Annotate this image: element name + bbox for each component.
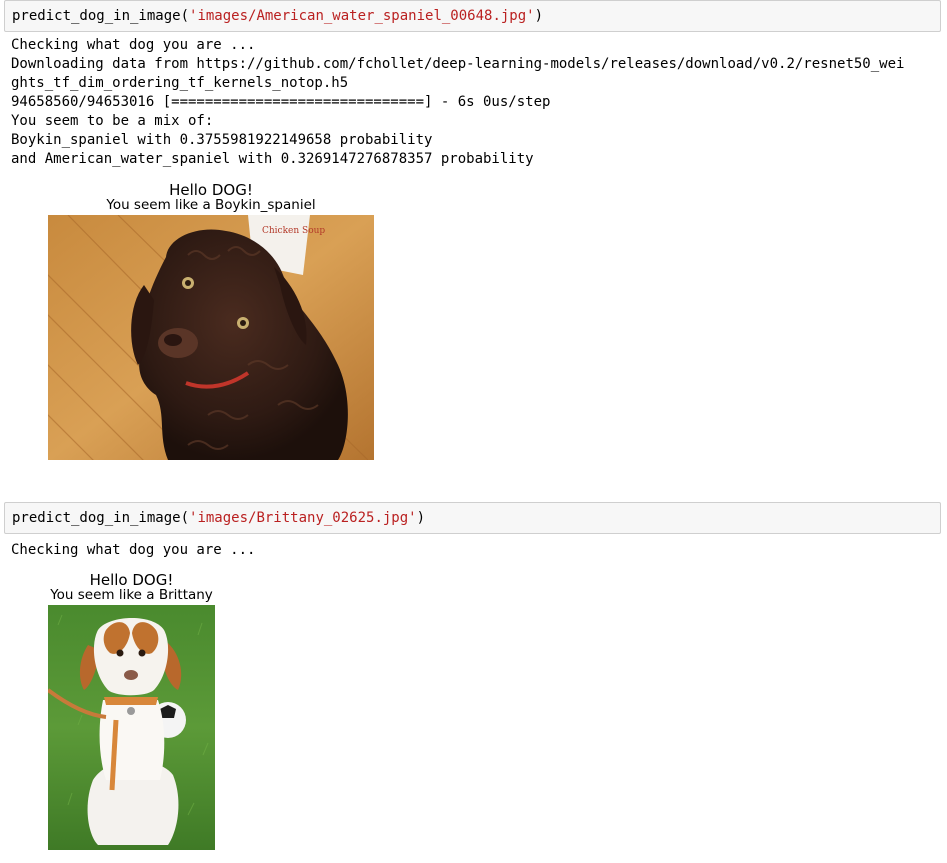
function-name: predict_dog_in_image — [12, 510, 181, 526]
string-argument: 'images/American_water_spaniel_00648.jpg… — [189, 8, 535, 24]
figure-2-dog-image — [48, 605, 215, 850]
figure-2-title-line1: Hello DOG! — [89, 571, 174, 589]
figure-1-dog-image: Chicken Soup — [48, 215, 374, 460]
svg-text:Chicken Soup: Chicken Soup — [262, 226, 325, 236]
function-name: predict_dog_in_image — [12, 8, 181, 24]
figure-2-title: Hello DOG! You seem like a Brittany — [48, 572, 215, 603]
figure-1-title-line1: Hello DOG! — [169, 181, 253, 199]
open-paren: ( — [180, 8, 190, 24]
code-cell-2-input[interactable]: predict_dog_in_image('images/Brittany_02… — [4, 502, 941, 534]
figure-1-title-line2: You seem like a Boykin_spaniel — [106, 197, 316, 213]
dog-photo-boykin: Chicken Soup — [48, 215, 374, 460]
close-paren: ) — [534, 8, 544, 24]
close-paren: ) — [416, 510, 426, 526]
dog-photo-brittany — [48, 605, 215, 850]
string-argument: 'images/Brittany_02625.jpg' — [189, 510, 417, 526]
code-cell-1-output: Checking what dog you are ... Downloadin… — [11, 37, 905, 167]
code-cell-1-input[interactable]: predict_dog_in_image('images/American_wa… — [4, 0, 941, 32]
open-paren: ( — [180, 510, 190, 526]
figure-2-title-line2: You seem like a Brittany — [50, 587, 213, 603]
code-cell-2-output: Checking what dog you are ... — [11, 542, 256, 558]
figure-1-title: Hello DOG! You seem like a Boykin_spanie… — [48, 182, 374, 213]
